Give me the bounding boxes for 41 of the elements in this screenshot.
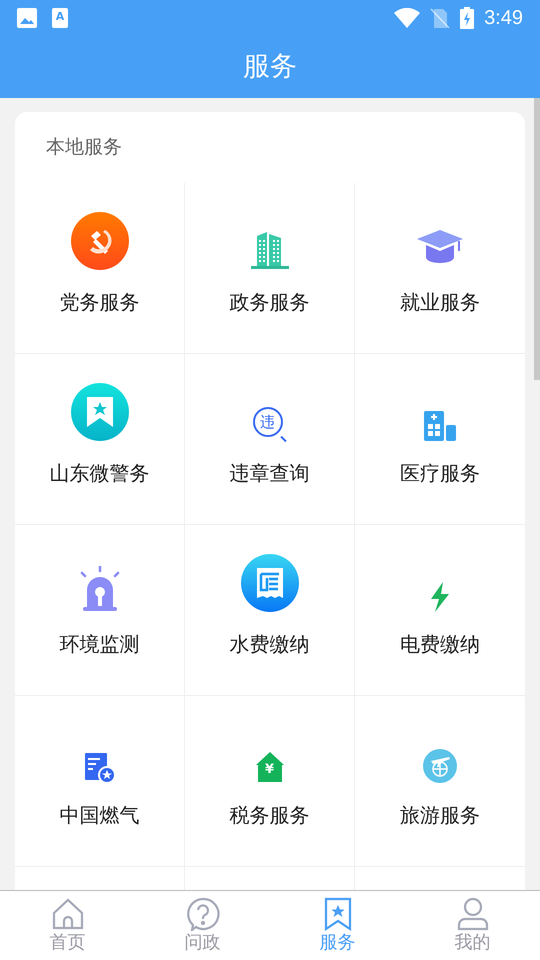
notification-badge: A bbox=[52, 8, 68, 28]
no-sim-icon bbox=[430, 8, 450, 28]
service-label: 山东微警务 bbox=[50, 460, 150, 487]
wifi-icon bbox=[394, 8, 420, 28]
home-icon bbox=[50, 897, 84, 931]
service-item[interactable]: 政务服务 bbox=[185, 183, 355, 353]
service-label: 医疗服务 bbox=[400, 460, 480, 487]
question-icon bbox=[186, 897, 220, 931]
page-title: 服务 bbox=[243, 50, 297, 84]
document-star-icon bbox=[84, 753, 114, 783]
status-time: 3:49 bbox=[484, 6, 523, 31]
service-item[interactable]: ¥ 税务服务 bbox=[185, 696, 355, 866]
service-label: 就业服务 bbox=[400, 289, 480, 316]
service-item[interactable]: 山东微警务 bbox=[15, 354, 185, 524]
house-yen-icon: ¥ bbox=[254, 751, 284, 783]
service-item[interactable]: 中国燃气 bbox=[15, 696, 185, 866]
battery-charging-icon bbox=[460, 7, 474, 29]
service-item[interactable]: 环境监测 bbox=[15, 525, 185, 695]
service-item[interactable]: 医疗服务 bbox=[355, 354, 525, 524]
section-title: 本地服务 bbox=[46, 135, 122, 160]
service-label: 政务服务 bbox=[230, 289, 310, 316]
service-item[interactable]: 水费缴纳 bbox=[185, 525, 355, 695]
service-item[interactable]: 党务服务 bbox=[15, 183, 185, 353]
service-item[interactable]: 电费缴纳 bbox=[355, 525, 525, 695]
receipt-icon bbox=[240, 554, 298, 612]
alarm-light-icon bbox=[78, 566, 120, 612]
image-icon bbox=[17, 8, 37, 28]
lightning-icon bbox=[429, 582, 451, 612]
service-label: 旅游服务 bbox=[400, 802, 480, 829]
hospital-icon bbox=[424, 411, 456, 441]
service-label: 电费缴纳 bbox=[400, 631, 480, 658]
service-label: 税务服务 bbox=[230, 802, 310, 829]
service-label: 党务服务 bbox=[60, 289, 140, 316]
service-label: 环境监测 bbox=[60, 631, 140, 658]
user-icon bbox=[456, 897, 490, 931]
service-label: 水费缴纳 bbox=[230, 631, 310, 658]
service-label: 违章查询 bbox=[230, 460, 310, 487]
service-item[interactable]: 违 违章查询 bbox=[185, 354, 355, 524]
service-label: 中国燃气 bbox=[60, 802, 140, 829]
service-item[interactable]: 旅游服务 bbox=[355, 696, 525, 866]
service-item[interactable]: 就业服务 bbox=[355, 183, 525, 353]
